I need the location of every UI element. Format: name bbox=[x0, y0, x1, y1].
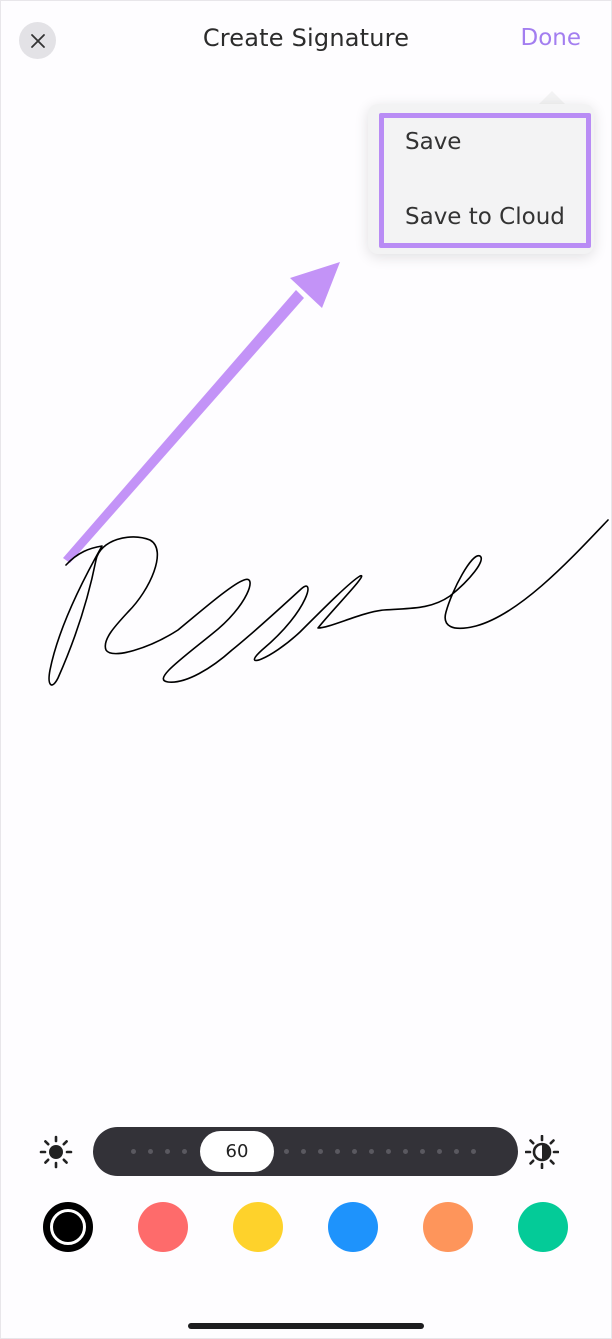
slider-tick bbox=[318, 1149, 323, 1154]
slider-tick bbox=[148, 1149, 153, 1154]
slider-tick bbox=[335, 1149, 340, 1154]
color-swatch-yellow[interactable] bbox=[233, 1202, 283, 1252]
slider-tick bbox=[403, 1149, 408, 1154]
slider-tick bbox=[131, 1149, 136, 1154]
slider-tick bbox=[352, 1149, 357, 1154]
arrow-annotation bbox=[63, 262, 340, 563]
stroke-width-slider[interactable]: 60 bbox=[93, 1127, 518, 1176]
slider-tick bbox=[454, 1149, 459, 1154]
color-swatch-black[interactable] bbox=[43, 1202, 93, 1252]
slider-tick bbox=[386, 1149, 391, 1154]
slider-value: 60 bbox=[225, 1141, 249, 1162]
slider-thumb[interactable]: 60 bbox=[200, 1131, 274, 1172]
slider-tick bbox=[301, 1149, 306, 1154]
slider-tick bbox=[471, 1149, 476, 1154]
slider-tick bbox=[165, 1149, 170, 1154]
brightness-low-icon bbox=[39, 1135, 73, 1169]
slider-tick bbox=[284, 1149, 289, 1154]
home-indicator bbox=[188, 1323, 424, 1329]
slider-tick bbox=[369, 1149, 374, 1154]
slider-tick bbox=[437, 1149, 442, 1154]
color-swatch-red[interactable] bbox=[138, 1202, 188, 1252]
color-swatch-blue[interactable] bbox=[328, 1202, 378, 1252]
signature-stroke bbox=[48, 519, 609, 686]
brightness-high-icon bbox=[525, 1135, 559, 1169]
dropdown-pointer bbox=[538, 91, 566, 105]
slider-tick bbox=[420, 1149, 425, 1154]
slider-tick bbox=[182, 1149, 187, 1154]
color-swatch-green[interactable] bbox=[518, 1202, 568, 1252]
highlight-box bbox=[379, 113, 591, 248]
color-swatch-orange[interactable] bbox=[423, 1202, 473, 1252]
